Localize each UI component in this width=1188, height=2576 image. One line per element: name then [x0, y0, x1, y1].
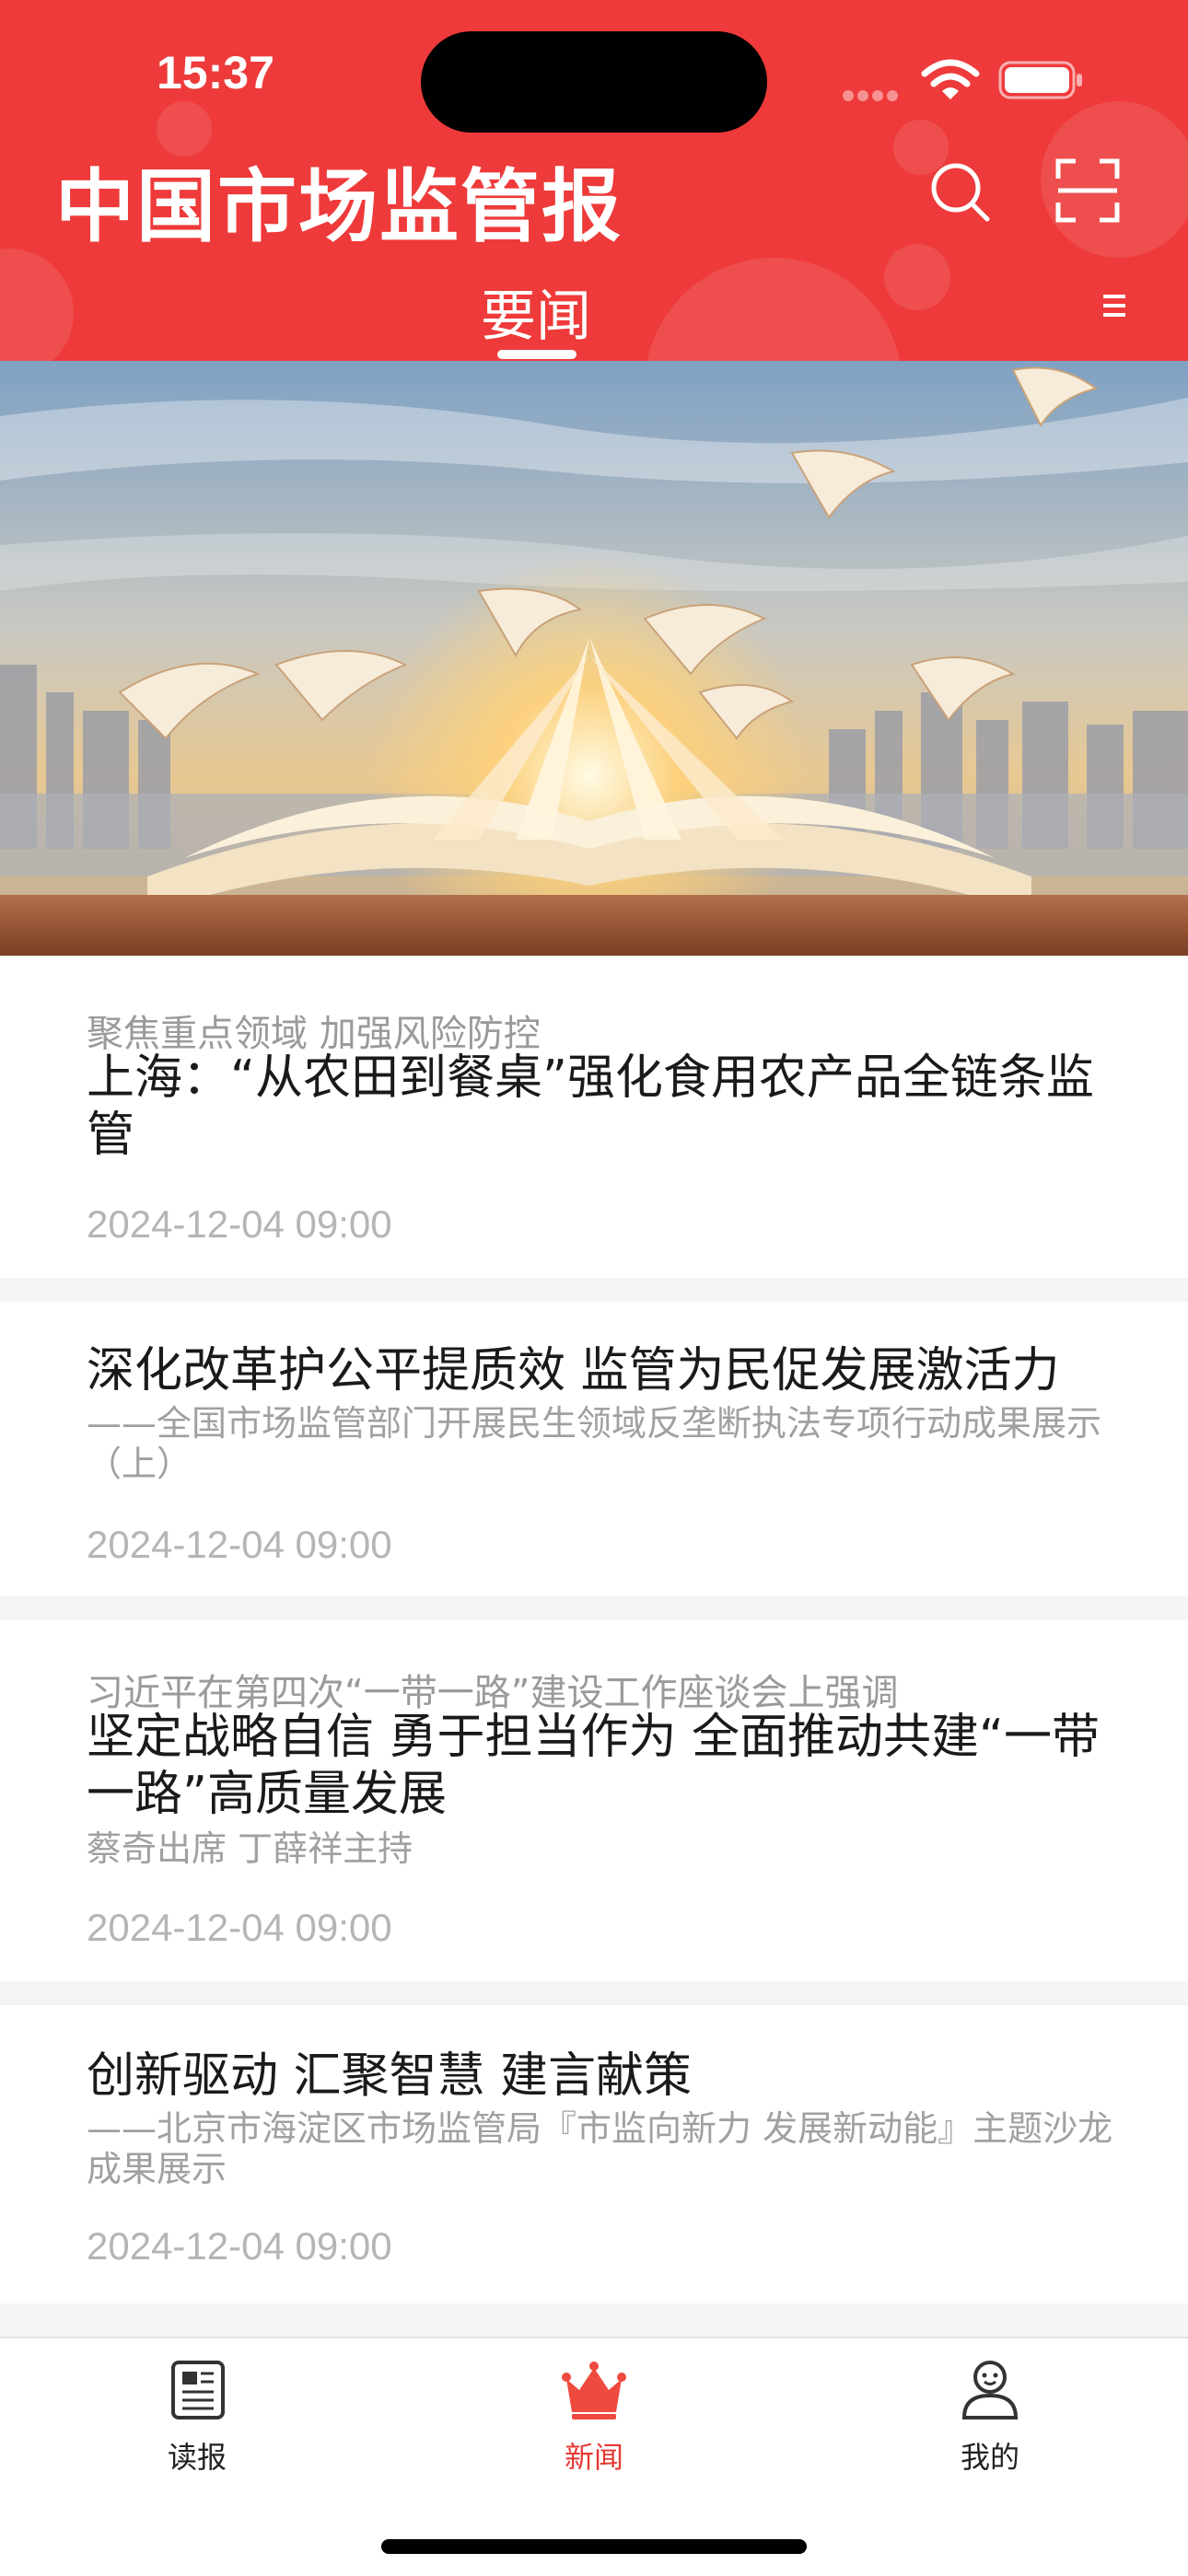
- news-headline[interactable]: 深化改革护公平提质效 监管为民促发展激活力: [87, 1342, 1127, 1399]
- news-item[interactable]: 深化改革护公平提质效 监管为民促发展激活力 ——全国市场监管部门开展民生领域反垄…: [0, 1302, 1188, 1596]
- news-timestamp: 2024-12-04 09:00: [87, 1202, 392, 1246]
- tab-label: 新闻: [564, 2440, 623, 2475]
- news-timestamp: 2024-12-04 09:00: [87, 2224, 392, 2268]
- news-timestamp: 2024-12-04 09:00: [87, 1523, 392, 1566]
- wifi-icon: [921, 59, 980, 99]
- decor-bubble: [645, 258, 903, 361]
- dynamic-island: [421, 31, 767, 133]
- news-item[interactable]: 聚焦重点领域 加强风险防控 上海：“从农田到餐桌”强化食用农产品全链条监管 20…: [0, 957, 1188, 1278]
- tab-label: 我的: [960, 2440, 1019, 2475]
- scan-icon[interactable]: [1055, 158, 1120, 223]
- status-bar-time: 15:37: [157, 47, 274, 99]
- cellular-signal-icon: [843, 87, 907, 101]
- news-timestamp: 2024-12-04 09:00: [87, 1906, 392, 1949]
- battery-icon: [998, 61, 1082, 99]
- newspaper-icon: [171, 2361, 225, 2419]
- decor-bubble: [884, 244, 950, 310]
- tab-mine[interactable]: 我的: [916, 2357, 1064, 2477]
- news-item[interactable]: 习近平在第四次“一带一路”建设工作座谈会上强调 坚定战略自信 勇于担当作为 全面…: [0, 1620, 1188, 1981]
- news-subline: ——全国市场监管部门开展民生领域反垄断执法专项行动成果展示（上）: [87, 1403, 1102, 1484]
- news-subline: 蔡奇出席 丁薛祥主持: [87, 1828, 413, 1869]
- tab-label: 读报: [167, 2440, 227, 2475]
- news-subline: ——北京市海淀区市场监管局『市监向新力 发展新动能』主题沙龙成果展示: [87, 2108, 1113, 2189]
- home-indicator: [381, 2539, 807, 2554]
- app-logo: 中国市场监管报: [55, 161, 623, 253]
- tab-news[interactable]: 新闻: [520, 2357, 668, 2477]
- menu-icon[interactable]: [1101, 293, 1129, 319]
- user-icon: [961, 2361, 1019, 2419]
- news-headline[interactable]: 坚定战略自信 勇于担当作为 全面推动共建“一带一路”高质量发展: [87, 1709, 1127, 1823]
- news-item[interactable]: 创新驱动 汇聚智慧 建言献策 ——北京市海淀区市场监管局『市监向新力 发展新动能…: [0, 2005, 1188, 2303]
- tab-read-paper[interactable]: 读报: [123, 2357, 271, 2477]
- search-icon[interactable]: [926, 158, 993, 225]
- news-headline[interactable]: 创新驱动 汇聚智慧 建言献策: [87, 2048, 1127, 2105]
- featured-banner-image[interactable]: [0, 361, 1188, 956]
- crown-icon: [562, 2361, 626, 2419]
- active-tab-indicator: [497, 350, 577, 359]
- tab-news-headlines[interactable]: 要闻: [479, 272, 593, 352]
- news-headline[interactable]: 上海：“从农田到餐桌”强化食用农产品全链条监管: [87, 1050, 1127, 1164]
- decor-bubble: [0, 249, 74, 361]
- app-header: 15:37 中国市场监管报 要闻: [0, 0, 1188, 361]
